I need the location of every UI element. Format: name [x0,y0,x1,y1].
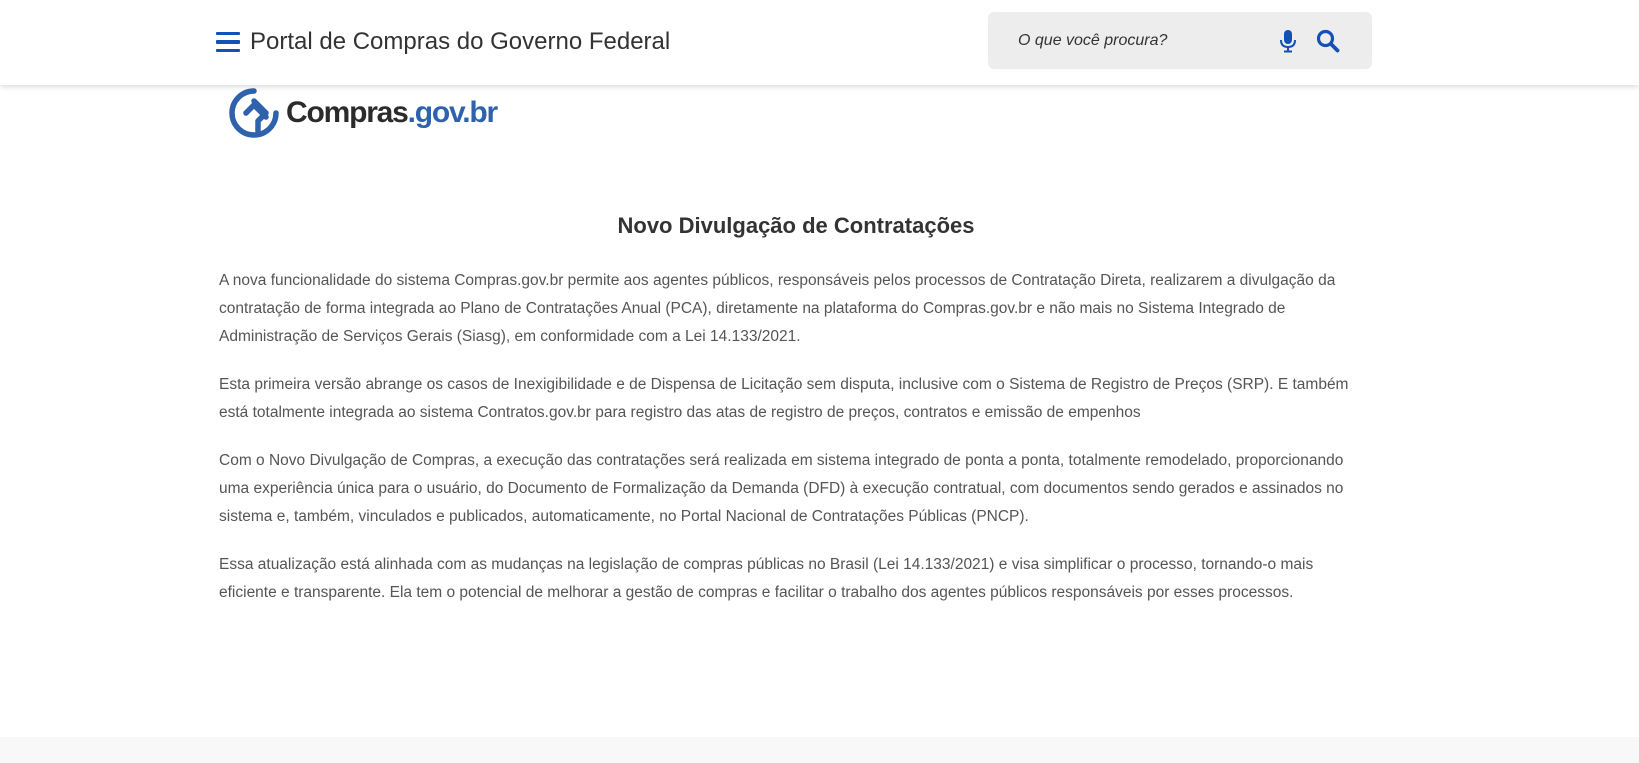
compras-logo-icon [229,88,279,138]
paragraph-1: A nova funcionalidade do sistema Compras… [219,272,1336,345]
site-header: Portal de Compras do Governo Federal [0,0,1639,85]
search-icon[interactable] [1315,28,1341,54]
paragraph-2: Esta primeira versão abrange os casos de… [219,376,1349,421]
logo-text-main: Compras [286,96,409,129]
compras-logo[interactable]: Compras.gov.br [228,86,499,140]
logo-wordmark: Compras.gov.br [286,93,499,133]
article-content: A nova funcionalidade do sistema Compras… [219,267,1374,627]
menu-bar [216,40,240,44]
paragraph-4: Essa atualização está alinhada com as mu… [219,556,1314,601]
paragraph-3: Com o Novo Divulgação de Compras, a exec… [219,452,1344,525]
menu-bar [216,31,240,36]
menu-bar [216,48,240,53]
footer-strip [0,737,1639,763]
microphone-icon[interactable] [1276,28,1300,54]
page-title: Novo Divulgação de Contratações [617,213,975,238]
logo-text-accent: .gov.br [407,96,499,129]
search-box [988,12,1372,69]
hamburger-menu-icon[interactable] [216,27,242,57]
search-input[interactable] [1018,28,1278,54]
portal-title[interactable]: Portal de Compras do Governo Federal [250,26,670,58]
